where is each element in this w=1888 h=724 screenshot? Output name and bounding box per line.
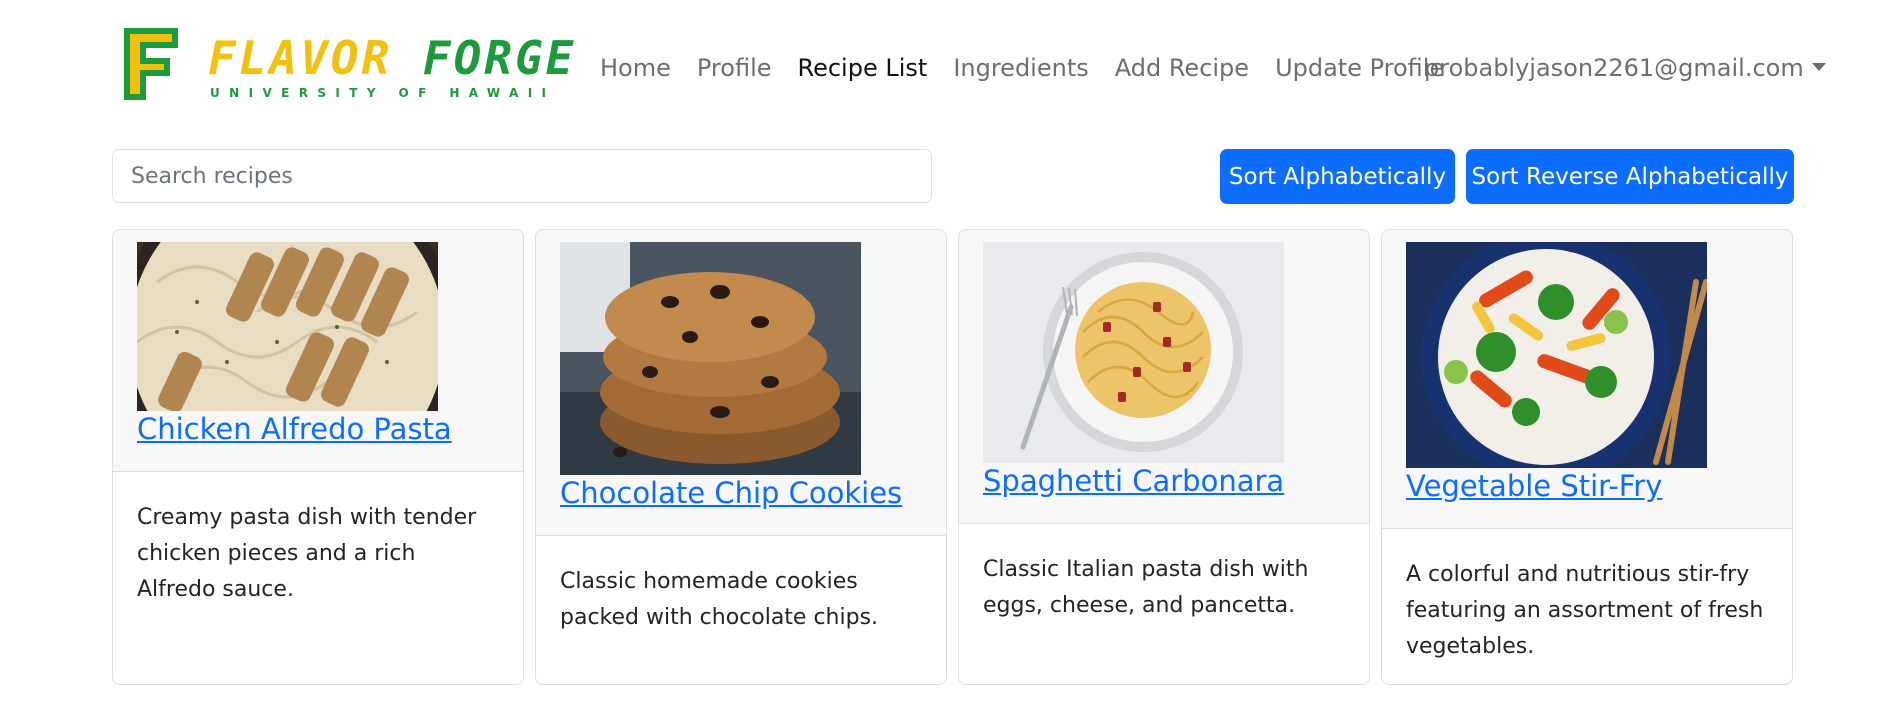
recipe-card: Chicken Alfredo Pasta Creamy pasta dish … [112,229,524,685]
recipe-title-link[interactable]: Chocolate Chip Cookies [560,475,922,511]
recipe-title-link[interactable]: Vegetable Stir-Fry [1406,468,1768,504]
recipe-description: A colorful and nutritious stir-fry featu… [1406,562,1764,659]
chicken-alfredo-image [137,242,438,411]
search-input[interactable] [112,149,932,203]
recipe-card: Chocolate Chip Cookies Classic homemade … [535,229,947,685]
recipe-card: Vegetable Stir-Fry A colorful and nutrit… [1381,229,1793,685]
brand-logo[interactable]: FLAVOR FORGE UNIVERSITY OF HAWAII [116,22,573,108]
forge-f-logo-icon [124,28,178,100]
card-header: Vegetable Stir-Fry [1382,230,1792,529]
recipe-description: Classic Italian pasta dish with eggs, ch… [983,557,1309,618]
card-header: Spaghetti Carbonara [959,230,1369,524]
recipe-title-link[interactable]: Spaghetti Carbonara [983,463,1345,499]
nav-add-recipe[interactable]: Add Recipe [1115,50,1249,86]
brand-subtitle: UNIVERSITY OF HAWAII [210,86,556,100]
sort-reverse-alphabetically-button[interactable]: Sort Reverse Alphabetically [1466,149,1794,204]
recipe-title-link[interactable]: Chicken Alfredo Pasta [137,411,499,447]
recipe-card: Spaghetti Carbonara Classic Italian past… [958,229,1370,685]
nav-home[interactable]: Home [600,50,671,86]
nav-recipe-list[interactable]: Recipe List [798,50,928,86]
brand-name: FLAVOR FORGE [208,31,577,85]
user-email: probablyjason2261@gmail.com [1424,54,1804,82]
caret-down-icon [1811,63,1826,71]
user-menu-dropdown[interactable]: probablyjason2261@gmail.com [1424,50,1826,86]
nav-ingredients[interactable]: Ingredients [953,50,1088,86]
nav-profile[interactable]: Profile [697,50,772,86]
navbar: FLAVOR FORGE UNIVERSITY OF HAWAII Home P… [0,0,1888,138]
recipe-description: Creamy pasta dish with tender chicken pi… [137,505,477,602]
card-header: Chicken Alfredo Pasta [113,230,523,472]
nav-update-profile[interactable]: Update Profile [1275,50,1444,86]
sort-alphabetically-button[interactable]: Sort Alphabetically [1220,149,1455,204]
recipe-description: Classic homemade cookies packed with cho… [560,569,879,630]
vegetable-stir-fry-image [1406,242,1707,468]
chocolate-chip-cookies-image [560,242,861,475]
nav-links: Home Profile Recipe List Ingredients Add… [600,50,1470,86]
spaghetti-carbonara-image [983,242,1284,463]
card-header: Chocolate Chip Cookies [536,230,946,536]
